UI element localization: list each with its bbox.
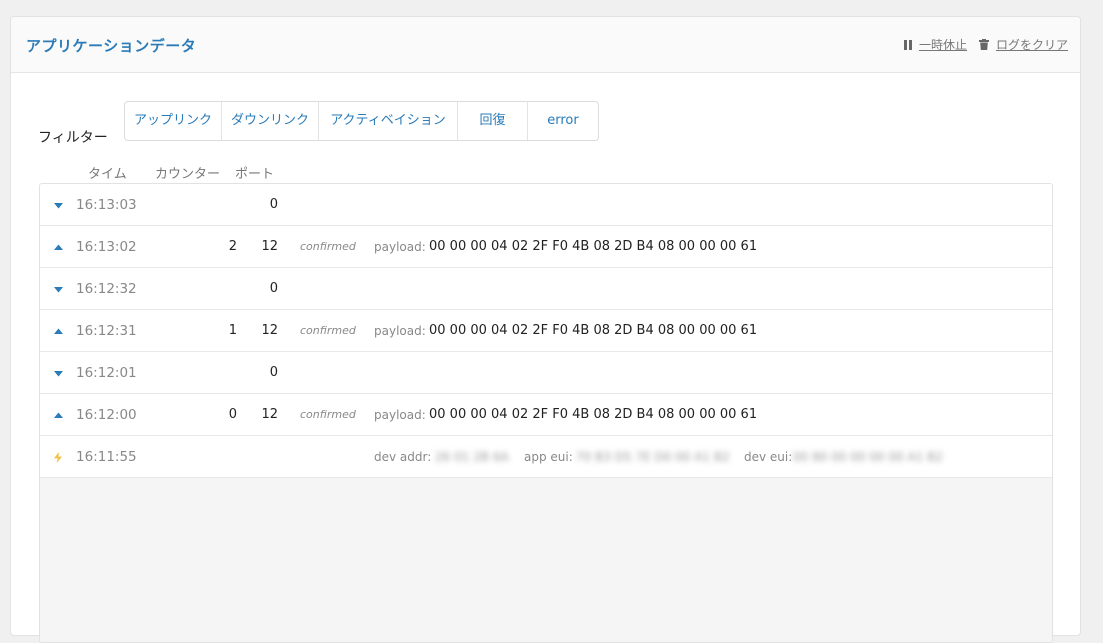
row-port: 0	[269, 365, 278, 380]
filter-button-group: アップリンク ダウンリンク アクティベイション 回復 error	[124, 101, 599, 141]
app-eui-label: app eui:	[524, 450, 573, 464]
app-eui-value: 70 B3 D5 7E D0 00 A1 B2	[576, 450, 730, 464]
row-payload-label: payload:	[374, 324, 426, 338]
filter-recovery-button[interactable]: 回復	[458, 102, 528, 140]
pause-label: 一時休止	[918, 38, 967, 52]
log-row[interactable]: 16:12:00 0 12 confirmed payload: 00 00 00 04 …	[40, 394, 1052, 436]
filter-uplink-button[interactable]: アップリンク	[125, 102, 222, 140]
dev-addr-label: dev addr:	[374, 450, 432, 464]
log-row[interactable]: 16:12:32 0	[40, 268, 1052, 310]
header-actions: 一時休止 ログをクリア	[892, 36, 1068, 53]
row-confirmed: confirmed	[300, 324, 356, 337]
filter-error-button[interactable]: error	[528, 102, 598, 140]
row-port: 12	[261, 323, 278, 338]
log-list[interactable]: 16:13:03 0 16:13:02 2 12 confirmed payload: 00 …	[39, 183, 1053, 643]
column-header-counter: カウンター	[155, 167, 221, 182]
row-payload: 00 00 00 04 02 2F F0 4B 08 2D B4 08 00 0…	[429, 323, 758, 338]
application-data-card: アプリケーションデータ 一時休止 ログをクリア フィルター アップリンク ダウン…	[10, 16, 1081, 643]
card-title: アプリケーションデータ	[26, 37, 197, 55]
row-payload-label: payload:	[374, 240, 426, 254]
row-port: 0	[269, 281, 278, 296]
dev-eui-value: 00 80 00 00 00 00 A1 B2	[793, 450, 944, 464]
pause-icon	[903, 39, 912, 50]
column-header-port: ポート	[235, 167, 275, 182]
card-header: アプリケーションデータ 一時休止 ログをクリア	[11, 17, 1080, 73]
log-row[interactable]: 16:12:31 1 12 confirmed payload: 00 00 00 04 …	[40, 310, 1052, 352]
lightning-icon	[54, 436, 64, 478]
clear-log-button[interactable]: ログをクリア	[978, 36, 1068, 53]
pause-button[interactable]: 一時休止	[903, 36, 967, 53]
row-payload-label: payload:	[374, 408, 426, 422]
filter-activation-button[interactable]: アクティベイション	[319, 102, 458, 140]
log-row[interactable]: 16:13:03 0	[40, 184, 1052, 226]
filter-label: フィルター	[38, 130, 108, 146]
filter-downlink-button[interactable]: ダウンリンク	[222, 102, 319, 140]
log-row[interactable]: 16:12:01 0	[40, 352, 1052, 394]
row-confirmed: confirmed	[300, 240, 356, 253]
activation-row[interactable]: 16:11:55 dev addr: 26 01 2B 6A app eui: …	[40, 436, 1052, 478]
row-port: 12	[261, 239, 278, 254]
row-confirmed: confirmed	[300, 408, 356, 421]
dev-addr-value: 26 01 2B 6A	[435, 450, 509, 464]
row-payload: 00 00 00 04 02 2F F0 4B 08 2D B4 08 00 0…	[429, 407, 758, 422]
row-payload: 00 00 00 04 02 2F F0 4B 08 2D B4 08 00 0…	[429, 239, 758, 254]
clear-log-label: ログをクリア	[995, 38, 1068, 52]
row-port: 0	[269, 197, 278, 212]
row-time: 16:11:55	[76, 449, 137, 465]
trash-icon	[978, 39, 989, 50]
log-row[interactable]: 16:13:02 2 12 confirmed payload: 00 00 00 04 …	[40, 226, 1052, 268]
dev-eui-label: dev eui:	[744, 450, 793, 464]
row-port: 12	[261, 407, 278, 422]
column-header-time: タイム	[88, 167, 127, 182]
